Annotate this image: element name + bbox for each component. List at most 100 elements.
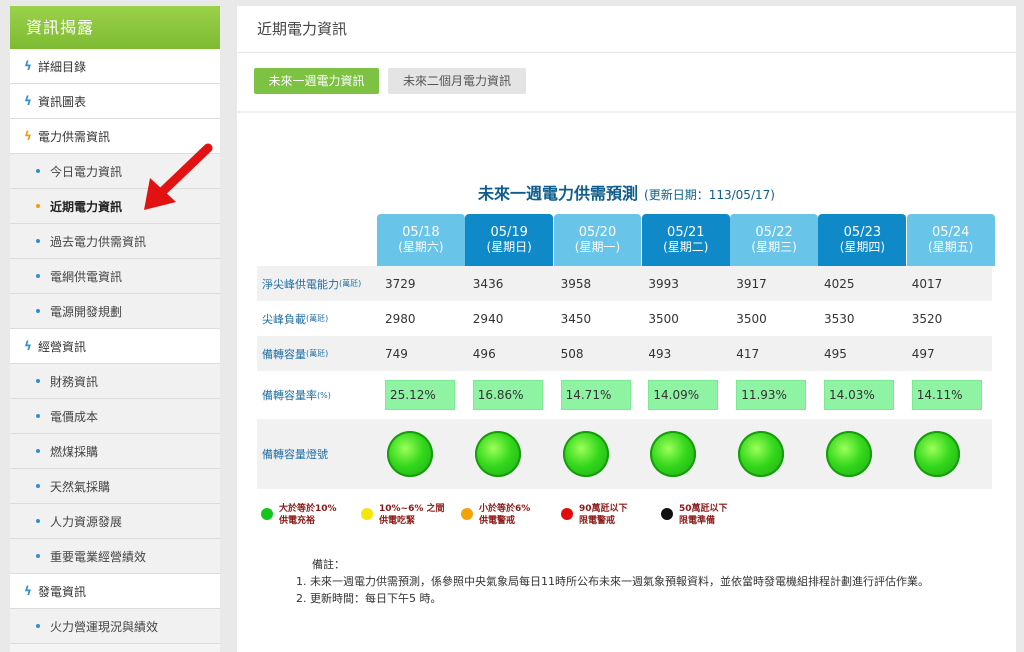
bullet-dot-icon — [36, 204, 40, 208]
sidebar-item-tariff-cost[interactable]: 電價成本 — [10, 399, 220, 434]
table-cell: 14.11% — [904, 371, 992, 419]
legend-status: 供電警戒 — [479, 516, 516, 526]
cell-value: 3958 — [560, 276, 592, 291]
table-cell: 14.03% — [816, 371, 904, 419]
forecast-table: 05/18 (星期六) 05/19 (星期日) 05/20 (星期一) 05/21 (星期二)… — [257, 214, 995, 489]
row-label: 淨尖峰供電能力 (萬瓩) — [257, 266, 377, 301]
table-cell — [640, 419, 729, 489]
table-cell — [552, 419, 641, 489]
day-weekday: (星期六) — [398, 240, 444, 254]
legend-dot-icon — [361, 508, 373, 520]
lightning-bolt-icon: ϟ — [24, 59, 32, 73]
cell-value: 3530 — [823, 311, 855, 326]
sidebar-item-label: 發電資訊 — [38, 584, 87, 599]
legend-threshold: 小於等於6% — [479, 504, 531, 514]
sidebar-item-label: 火力營運現況與績效 — [50, 619, 159, 634]
forecast-heading: 未來一週電力供需預測 (更新日期：113/05/17) — [237, 180, 1016, 204]
table-cell: 417 — [728, 336, 816, 371]
day-date: 05/22 — [755, 225, 793, 240]
legend-dot-icon — [561, 508, 573, 520]
cell-value: 3993 — [648, 276, 679, 291]
sidebar-item-label: 電源開發規劃 — [50, 304, 123, 319]
row-label-unit: (萬瓩) — [339, 279, 362, 288]
cell-value: 2980 — [385, 311, 416, 326]
sidebar-item-grid-supply[interactable]: 電網供電資訊 — [10, 259, 220, 294]
cell-value: 3500 — [736, 311, 767, 326]
bullet-dot-icon — [36, 274, 40, 278]
divider — [237, 52, 1016, 53]
sidebar-item-label: 燃煤採購 — [50, 444, 99, 459]
forecast-updated-date: (更新日期：113/05/17) — [644, 188, 775, 202]
table-cell: 3917 — [728, 266, 816, 301]
signal-legend: 大於等於10% 供電充裕 10%~6% 之間 供電吃緊 小於等於6% 供電警戒 90萬瓩以下… — [261, 503, 761, 527]
sidebar-item-label: 今日電力資訊 — [50, 164, 123, 179]
row-label-text: 備轉容量率 — [262, 389, 317, 402]
sidebar-item-label: 財務資訊 — [50, 374, 99, 389]
day-date: 05/20 — [578, 225, 617, 240]
sidebar-item-label: 經營資訊 — [38, 339, 87, 354]
sidebar-item-power-development[interactable]: 電源開發規劃 — [10, 294, 220, 329]
tab-week-forecast[interactable]: 未來一週電力資訊 — [254, 68, 379, 94]
table-cell: 508 — [552, 336, 641, 371]
sidebar-item-label: 重要電業經營績效 — [50, 549, 147, 564]
cell-value: 496 — [472, 346, 496, 361]
legend-item: 90萬瓩以下 限電警戒 — [561, 503, 647, 527]
cell-value: 4025 — [823, 276, 855, 291]
day-date: 05/19 — [490, 225, 528, 240]
lightning-bolt-icon: ϟ — [24, 339, 32, 353]
sidebar-item-catalog[interactable]: ϟ 詳細目錄 — [10, 49, 220, 84]
sidebar-item-label: 近期電力資訊 — [50, 199, 123, 214]
sidebar-item-label: 電力供需資訊 — [38, 129, 111, 144]
reserve-rate-value: 11.93% — [736, 380, 807, 410]
notes-title: 備註： — [312, 558, 345, 571]
sidebar-item-hr-development[interactable]: 人力資源發展 — [10, 504, 220, 539]
day-weekday: (星期五) — [927, 240, 974, 254]
legend-status: 供電充裕 — [279, 516, 316, 526]
table-cell — [464, 419, 553, 489]
day-header: 05/24 (星期五) — [906, 214, 995, 266]
table-cell: 3729 — [377, 266, 465, 301]
table-cell: 16.86% — [465, 371, 553, 419]
legend-item: 10%~6% 之間 供電吃緊 — [361, 503, 447, 527]
legend-text: 50萬瓩以下 限電準備 — [679, 503, 728, 527]
sidebar-item-label: 人力資源發展 — [50, 514, 123, 529]
sidebar-item-infographics[interactable]: ϟ 資訊圖表 — [10, 84, 220, 119]
day-weekday: (星期日) — [486, 240, 532, 254]
sidebar-item-past-supply-demand[interactable]: 過去電力供需資訊 — [10, 224, 220, 259]
sidebar-item-label: 過去電力供需資訊 — [50, 234, 147, 249]
table-cell: 3530 — [816, 301, 904, 336]
row-label-text: 尖峰負載 — [262, 312, 306, 326]
legend-text: 大於等於10% 供電充裕 — [279, 503, 337, 527]
cell-value: 749 — [385, 346, 408, 361]
row-label-unit: (萬瓩) — [306, 349, 329, 358]
notes: 備註： 未來一週電力供需預測，係參照中央氣象局每日11時所公布未來一週氣象預報資… — [292, 556, 982, 607]
table-cell: 25.12% — [377, 371, 465, 419]
table-cell — [377, 419, 465, 489]
sidebar-item-thermal-operations[interactable]: 火力營運現況與績效 — [10, 609, 220, 644]
cell-value: 3436 — [472, 276, 504, 291]
sidebar-item-finance[interactable]: 財務資訊 — [10, 364, 220, 399]
table-cell: 3520 — [904, 301, 992, 336]
tab-two-month-forecast[interactable]: 未來二個月電力資訊 — [388, 68, 526, 94]
sidebar-item-performance[interactable]: 重要電業經營績效 — [10, 539, 220, 574]
reserve-rate-value: 25.12% — [385, 380, 455, 410]
table-cell: 2940 — [465, 301, 553, 336]
sidebar-item-generation[interactable]: ϟ 發電資訊 — [10, 574, 220, 609]
sidebar-item-coal-procurement[interactable]: 燃煤採購 — [10, 434, 220, 469]
bullet-dot-icon — [36, 449, 40, 453]
cell-value: 508 — [560, 346, 584, 361]
sidebar-item-label: 電網供電資訊 — [50, 269, 123, 284]
sidebar-item-gas-procurement[interactable]: 天然氣採購 — [10, 469, 220, 504]
cell-value: 3729 — [385, 276, 416, 291]
reserve-rate-value: 14.03% — [823, 380, 894, 410]
note-item: 更新時間：每日下午5 時。 — [310, 590, 982, 607]
sidebar-item-operations[interactable]: ϟ 經營資訊 — [10, 329, 220, 364]
legend-text: 10%~6% 之間 供電吃緊 — [379, 503, 445, 527]
table-cell — [903, 419, 992, 489]
row-label-text: 淨尖峰供電能力 — [262, 277, 339, 291]
page-title: 近期電力資訊 — [257, 20, 348, 38]
table-cell: 11.93% — [728, 371, 816, 419]
table-row: 尖峰負載 (萬瓩) 2980 2940 3450 3500 3500 3530 3520 — [257, 301, 992, 336]
table-cell: 3958 — [552, 266, 641, 301]
main-content: 近期電力資訊 未來一週電力資訊 未來二個月電力資訊 未來一週電力供需預測 (更新日… — [237, 6, 1016, 652]
